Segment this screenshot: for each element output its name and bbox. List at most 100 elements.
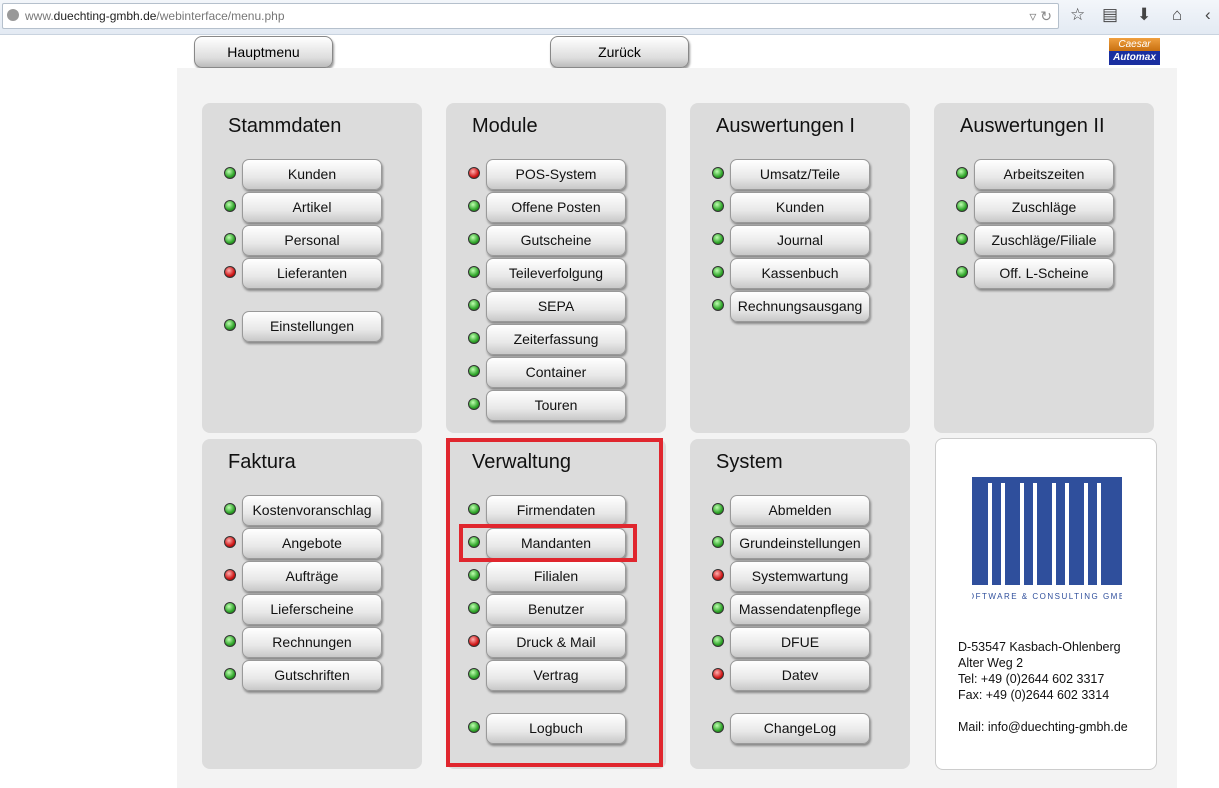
status-red-icon: [468, 167, 480, 179]
company-info-card: SOFTWARE & CONSULTING GMBH D-53547 Kasba…: [935, 438, 1157, 770]
lieferscheine-button[interactable]: Lieferscheine: [242, 594, 382, 625]
teileverfolgung-button[interactable]: Teileverfolgung: [486, 258, 626, 289]
status-green-icon: [468, 200, 480, 212]
status-green-icon: [224, 635, 236, 647]
panel-title: Verwaltung: [472, 451, 571, 473]
druck-mail-button[interactable]: Druck & Mail: [486, 627, 626, 658]
address-line: Tel: +49 (0)2644 602 3317: [958, 672, 1105, 686]
systemwartung-button[interactable]: Systemwartung: [730, 561, 870, 592]
address-line: Alter Weg 2: [958, 656, 1024, 670]
status-green-icon: [712, 635, 724, 647]
status-red-icon: [712, 668, 724, 680]
vertrag-button[interactable]: Vertrag: [486, 660, 626, 691]
arbeitszeiten-button[interactable]: Arbeitszeiten: [974, 159, 1114, 190]
status-red-icon: [224, 569, 236, 581]
caesar-automax-logo: Caesar Automax: [1109, 38, 1160, 65]
zeiterfassung-button[interactable]: Zeiterfassung: [486, 324, 626, 355]
status-green-icon: [224, 668, 236, 680]
firmendaten-button[interactable]: Firmendaten: [486, 495, 626, 526]
bookmark-star-icon[interactable]: ☆: [1070, 5, 1085, 25]
url-bar[interactable]: www.duechting-gmbh.de/webinterface/menu.…: [2, 3, 1059, 29]
address-line: Fax: +49 (0)2644 602 3314: [958, 688, 1110, 702]
rechnungsausgang-button[interactable]: Rechnungsausgang: [730, 291, 870, 322]
status-green-icon: [712, 266, 724, 278]
filialen-button[interactable]: Filialen: [486, 561, 626, 592]
kassenbuch-button[interactable]: Kassenbuch: [730, 258, 870, 289]
grundeinstellungen-button[interactable]: Grundeinstellungen: [730, 528, 870, 559]
personal-button[interactable]: Personal: [242, 225, 382, 256]
status-green-icon: [712, 536, 724, 548]
status-green-icon: [468, 233, 480, 245]
status-green-icon: [468, 365, 480, 377]
status-green-icon: [224, 233, 236, 245]
artikel-button[interactable]: Artikel: [242, 192, 382, 223]
datev-button[interactable]: Datev: [730, 660, 870, 691]
aufträge-button[interactable]: Aufträge: [242, 561, 382, 592]
more-icon[interactable]: ‹: [1205, 5, 1211, 25]
download-icon[interactable]: ⬇: [1137, 5, 1151, 25]
panel-title: Stammdaten: [228, 115, 342, 137]
offene-posten-button[interactable]: Offene Posten: [486, 192, 626, 223]
panel-faktura: Faktura Kostenvoranschlag Angebote Aufträge…: [202, 439, 422, 769]
address-line: [958, 703, 1128, 719]
sepa-button[interactable]: SEPA: [486, 291, 626, 322]
status-red-icon: [224, 266, 236, 278]
status-green-icon: [468, 569, 480, 581]
gutschriften-button[interactable]: Gutschriften: [242, 660, 382, 691]
address-line: D-53547 Kasbach-Ohlenberg: [958, 640, 1121, 654]
status-green-icon: [224, 167, 236, 179]
journal-button[interactable]: Journal: [730, 225, 870, 256]
panel-title: System: [716, 451, 783, 473]
status-green-icon: [468, 602, 480, 614]
status-green-icon: [468, 668, 480, 680]
status-green-icon: [224, 200, 236, 212]
rechnungen-button[interactable]: Rechnungen: [242, 627, 382, 658]
url-prefix: www.: [25, 9, 54, 23]
container-button[interactable]: Container: [486, 357, 626, 388]
status-red-icon: [468, 635, 480, 647]
status-green-icon: [712, 602, 724, 614]
kostenvoranschlag-button[interactable]: Kostenvoranschlag: [242, 495, 382, 526]
dfue-button[interactable]: DFUE: [730, 627, 870, 658]
reading-list-icon[interactable]: ▤: [1102, 5, 1118, 25]
panel-title: Faktura: [228, 451, 296, 473]
mandanten-button[interactable]: Mandanten: [486, 528, 626, 559]
home-icon[interactable]: ⌂: [1172, 5, 1182, 25]
touren-button[interactable]: Touren: [486, 390, 626, 421]
zuschläge-filiale-button[interactable]: Zuschläge/Filiale: [974, 225, 1114, 256]
panel-auswertungen-ii: Auswertungen II Arbeitszeiten Zuschläge Zus…: [934, 103, 1154, 433]
status-green-icon: [712, 167, 724, 179]
reload-icon[interactable]: ▿ ↻: [1029, 4, 1052, 28]
hauptmenu-button[interactable]: Hauptmenu: [194, 36, 333, 68]
massendatenpflege-button[interactable]: Massendatenpflege: [730, 594, 870, 625]
gutscheine-button[interactable]: Gutscheine: [486, 225, 626, 256]
benutzer-button[interactable]: Benutzer: [486, 594, 626, 625]
einstellungen-button[interactable]: Einstellungen: [242, 311, 382, 342]
panel-title: Auswertungen I: [716, 115, 855, 137]
kunden-button[interactable]: Kunden: [242, 159, 382, 190]
company-address: D-53547 Kasbach-Ohlenberg Alter Weg 2 Tel:…: [958, 639, 1128, 735]
status-green-icon: [956, 200, 968, 212]
off-l-scheine-button[interactable]: Off. L-Scheine: [974, 258, 1114, 289]
globe-icon: [7, 9, 19, 21]
status-green-icon: [468, 536, 480, 548]
zuschläge-button[interactable]: Zuschläge: [974, 192, 1114, 223]
status-green-icon: [712, 503, 724, 515]
status-red-icon: [712, 569, 724, 581]
pos-system-button[interactable]: POS-System: [486, 159, 626, 190]
panel-module: Module POS-System Offene Posten Gutscheine T…: [446, 103, 666, 433]
status-green-icon: [468, 398, 480, 410]
zurueck-button[interactable]: Zurück: [550, 36, 689, 68]
umsatz-teile-button[interactable]: Umsatz/Teile: [730, 159, 870, 190]
angebote-button[interactable]: Angebote: [242, 528, 382, 559]
logbuch-button[interactable]: Logbuch: [486, 713, 626, 744]
lieferanten-button[interactable]: Lieferanten: [242, 258, 382, 289]
changelog-button[interactable]: ChangeLog: [730, 713, 870, 744]
status-green-icon: [956, 233, 968, 245]
url-domain: duechting-gmbh.de: [53, 9, 157, 23]
status-red-icon: [224, 536, 236, 548]
panel-title: Auswertungen II: [960, 115, 1105, 137]
abmelden-button[interactable]: Abmelden: [730, 495, 870, 526]
status-green-icon: [468, 332, 480, 344]
kunden-button[interactable]: Kunden: [730, 192, 870, 223]
